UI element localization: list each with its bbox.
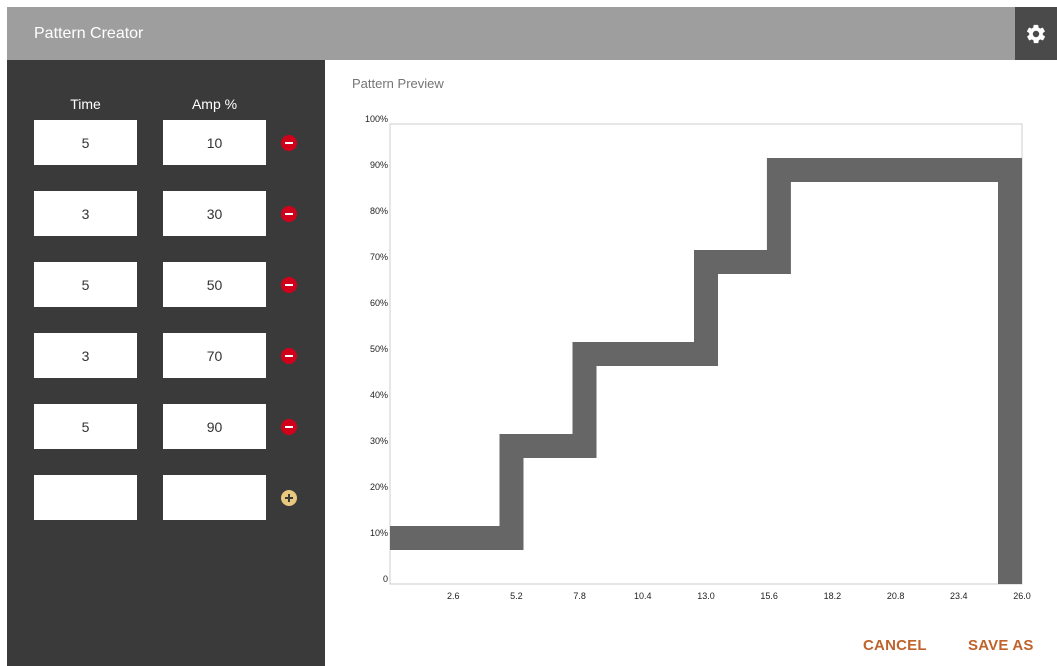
time-field[interactable]: 5 (34, 120, 137, 165)
new-amp-field[interactable] (163, 475, 266, 520)
settings-button[interactable] (1015, 7, 1057, 60)
time-field[interactable]: 5 (34, 404, 137, 449)
top-bar: Pattern Creator (7, 7, 1057, 60)
pattern-steps-panel: Time Amp % 5 10 3 30 5 50 3 70 5 90 (7, 60, 325, 666)
add-row-button[interactable] (281, 490, 297, 506)
x-tick-label: 7.8 (573, 591, 586, 601)
x-tick-label: 2.6 (447, 591, 460, 601)
pattern-preview-label: Pattern Preview (352, 76, 444, 91)
x-tick-label: 10.4 (634, 591, 652, 601)
x-tick-label: 20.8 (887, 591, 905, 601)
y-tick-label: 40% (370, 390, 388, 400)
save-as-button[interactable]: SAVE AS (968, 637, 1034, 654)
remove-row-button[interactable] (281, 206, 297, 222)
amp-field[interactable]: 50 (163, 262, 266, 307)
pattern-creator-app: Pattern Creator Time Amp % 5 10 3 30 5 5… (7, 7, 1057, 666)
x-tick-label: 23.4 (950, 591, 968, 601)
pattern-preview-chart: 0 10% 20% 30% 40% 50% 60% 70% 80% 90% 100% 2.6 5.2 7… (365, 114, 1031, 601)
y-axis-ticks: 0 10% 20% 30% 40% 50% 60% 70% 80% 90% 100% (365, 114, 388, 584)
y-tick-label: 0 (383, 574, 388, 584)
x-tick-label: 26.0 (1013, 591, 1031, 601)
remove-row-button[interactable] (281, 348, 297, 364)
amp-field[interactable]: 10 (163, 120, 266, 165)
gear-icon (1026, 24, 1046, 43)
y-tick-label: 80% (370, 206, 388, 216)
time-field[interactable]: 3 (34, 191, 137, 236)
remove-row-button[interactable] (281, 135, 297, 151)
time-column-header: Time (70, 96, 101, 112)
y-tick-label: 60% (370, 298, 388, 308)
app-title: Pattern Creator (34, 25, 144, 42)
remove-row-button[interactable] (281, 419, 297, 435)
x-tick-label: 5.2 (510, 591, 523, 601)
amp-column-header: Amp % (191, 96, 238, 112)
new-time-field[interactable] (34, 475, 137, 520)
amp-field[interactable]: 90 (163, 404, 266, 449)
x-axis-ticks: 2.6 5.2 7.8 10.4 13.0 15.6 18.2 20.8 23.4 26.0 (447, 591, 1031, 601)
remove-row-button[interactable] (281, 277, 297, 293)
y-tick-label: 50% (370, 344, 388, 354)
time-field[interactable]: 5 (34, 262, 137, 307)
y-tick-label: 10% (370, 528, 388, 538)
x-tick-label: 15.6 (760, 591, 778, 601)
amp-field[interactable]: 70 (163, 333, 266, 378)
y-tick-label: 70% (370, 252, 388, 262)
amp-field[interactable]: 30 (163, 191, 266, 236)
y-tick-label: 20% (370, 482, 388, 492)
y-tick-label: 100% (365, 114, 388, 124)
x-tick-label: 18.2 (824, 591, 842, 601)
time-field[interactable]: 3 (34, 333, 137, 378)
x-tick-label: 13.0 (697, 591, 715, 601)
cancel-button[interactable]: CANCEL (863, 637, 927, 654)
y-tick-label: 30% (370, 436, 388, 446)
y-tick-label: 90% (370, 160, 388, 170)
